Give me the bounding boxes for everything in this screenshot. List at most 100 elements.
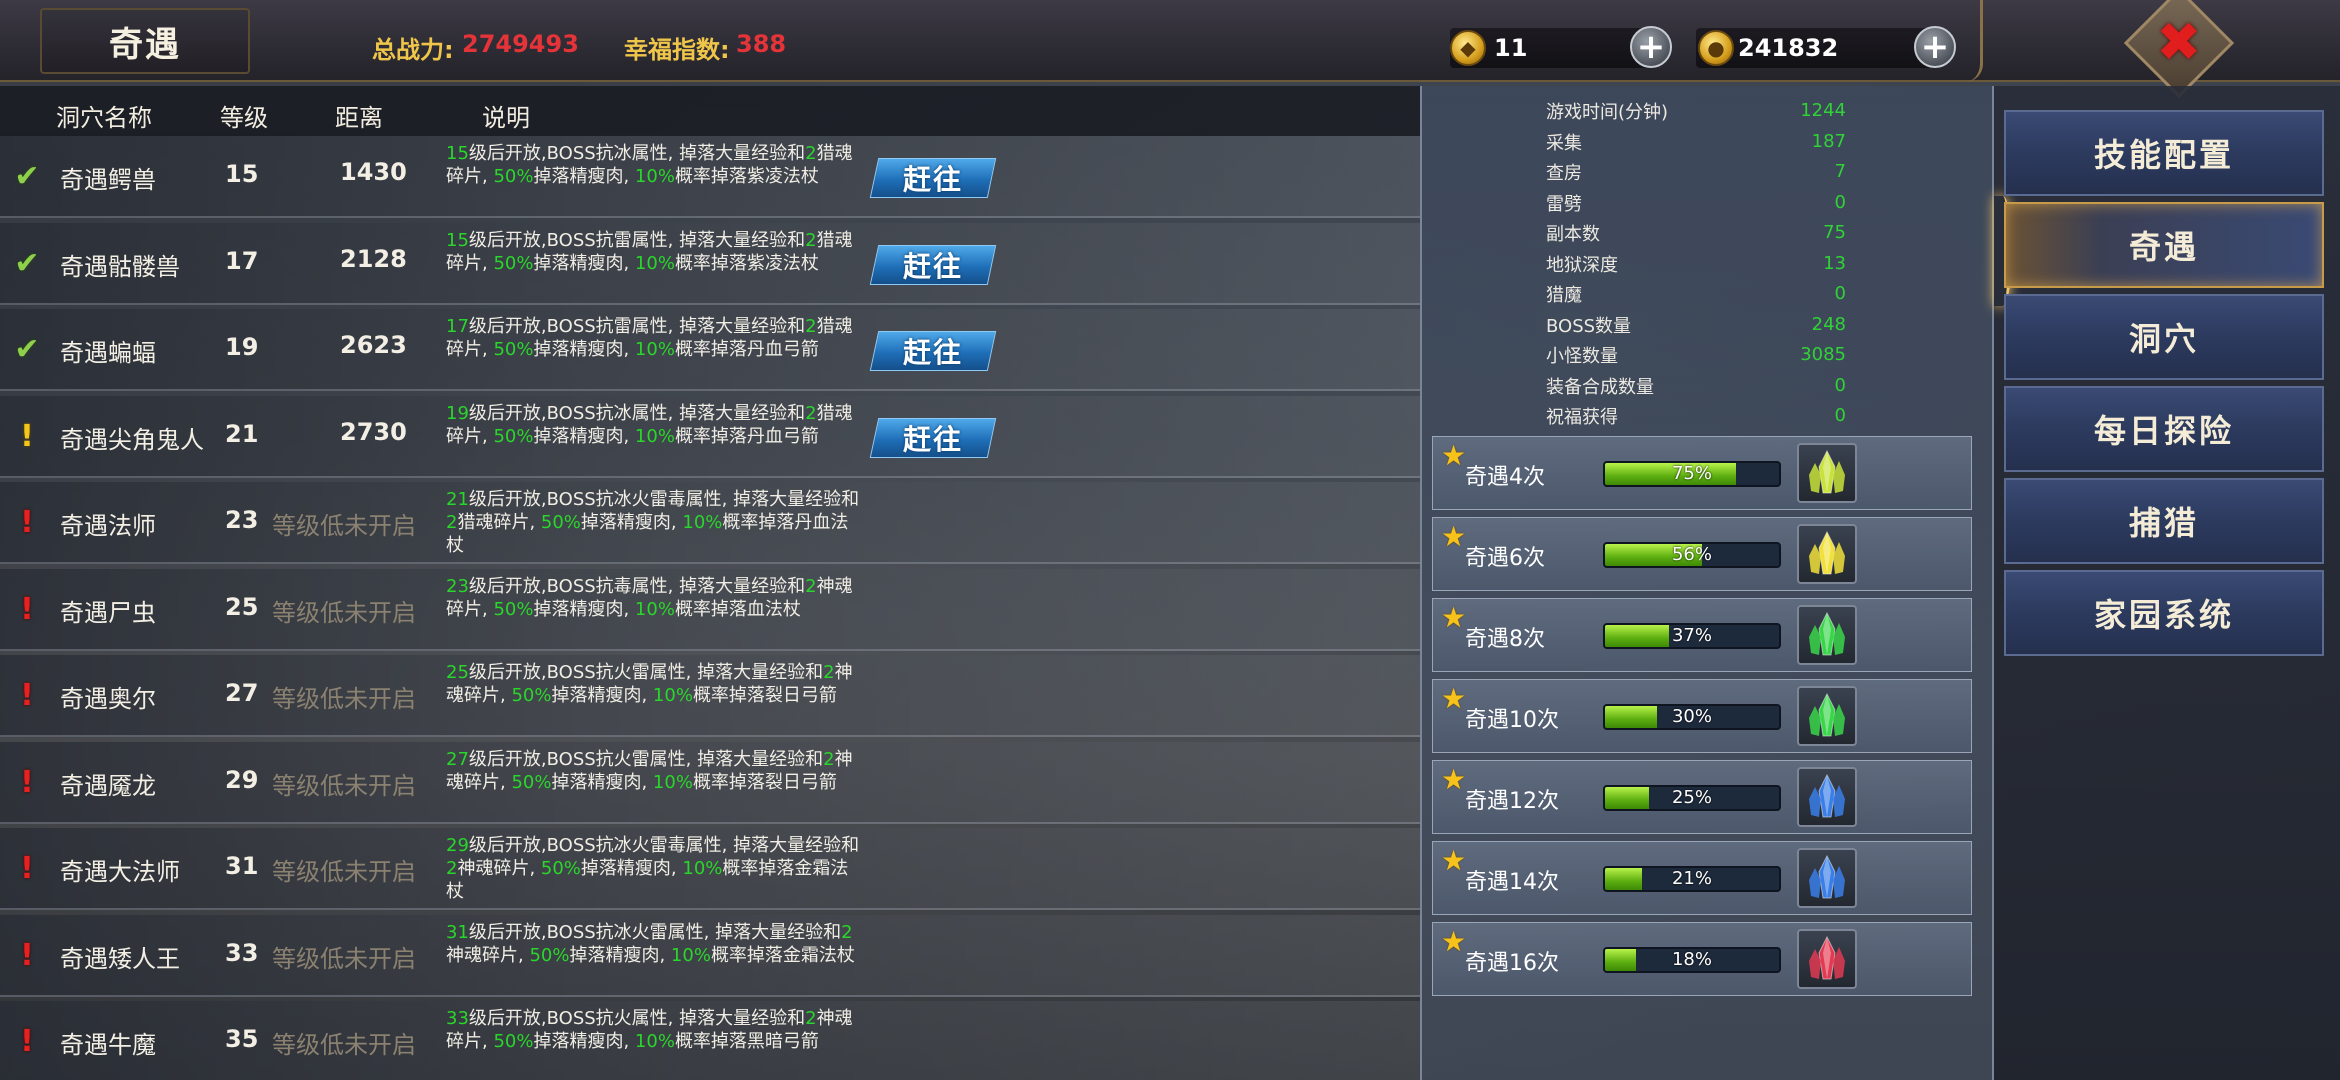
- stat-value: 248: [1811, 313, 1846, 335]
- crystal-icon: [1809, 935, 1845, 980]
- reward-slot[interactable]: [1797, 443, 1857, 503]
- stat-row: 祝福获得 0: [1546, 403, 1846, 431]
- cave-distance: 2623: [340, 331, 407, 359]
- table-row: ! 奇遇尖角鬼人 21 2730 19级后开放,BOSS抗冰属性, 掉落大量经验和2猎魂…: [0, 395, 1420, 478]
- cave-level: 27: [225, 679, 259, 707]
- warning-icon: !: [20, 937, 34, 973]
- menu-item[interactable]: 捕猎: [2004, 478, 2324, 564]
- encounter-label: 奇遇16次: [1465, 951, 1559, 976]
- star-icon: ★: [1441, 601, 1467, 634]
- crystal-icon: [1809, 449, 1845, 494]
- go-button-label: 赶往: [902, 422, 963, 456]
- stat-value: 0: [1834, 283, 1846, 304]
- gold-ingot-value: 11: [1494, 34, 1528, 62]
- table-row: ✔ 奇遇鳄兽 15 1430 15级后开放,BOSS抗冰属性, 掉落大量经验和2猎魂碎片…: [0, 136, 1420, 218]
- star-icon: ★: [1441, 844, 1467, 877]
- menu-item[interactable]: 奇遇: [2004, 202, 2324, 288]
- reward-slot[interactable]: [1797, 848, 1857, 908]
- table-row: ✔ 奇遇蝙蝠 19 2623 17级后开放,BOSS抗雷属性, 掉落大量经验和2猎魂碎片…: [0, 309, 1420, 391]
- stat-label: 雷劈: [1546, 193, 1582, 215]
- cave-description: 31级后开放,BOSS抗冰火雷属性, 掉落大量经验和2神魂碎片, 50%掉落精瘦…: [446, 921, 855, 966]
- cave-description: 17级后开放,BOSS抗雷属性, 掉落大量经验和2猎魂碎片, 50%掉落精瘦肉,…: [446, 316, 853, 360]
- crystal-icon: [1809, 773, 1845, 818]
- menu-item[interactable]: 技能配置: [2004, 110, 2324, 196]
- stat-row: 小怪数量 3085: [1546, 342, 1846, 370]
- warning-icon: !: [20, 591, 34, 627]
- encounter-label: 奇遇12次: [1465, 789, 1559, 814]
- stat-row: 地狱深度 13: [1546, 251, 1846, 279]
- star-icon: ★: [1441, 682, 1467, 715]
- star-icon: ★: [1441, 439, 1467, 472]
- menu-item-label: 技能配置: [2093, 136, 2234, 174]
- add-coins-button[interactable]: +: [1914, 26, 1956, 68]
- cave-name: 奇遇魇龙: [60, 771, 156, 800]
- go-button-label: 赶往: [902, 336, 963, 369]
- encounter-label: 奇遇6次: [1465, 546, 1545, 571]
- reward-slot[interactable]: [1797, 605, 1857, 665]
- cave-name: 奇遇牛魔: [60, 1031, 156, 1059]
- cave-description: 29级后开放,BOSS抗冰火雷毒属性, 掉落大量经验和2神魂碎片, 50%掉落精…: [446, 835, 860, 902]
- cave-description: 15级后开放,BOSS抗雷属性, 掉落大量经验和2猎魂碎片, 50%掉落精瘦肉,…: [446, 229, 853, 274]
- progress-bar: 30%: [1603, 704, 1781, 730]
- happiness-label: 幸福指数:: [624, 36, 730, 64]
- menu-item-label: 家园系统: [2093, 596, 2234, 634]
- table-row: ! 奇遇矮人王 33 等级低未开启 31级后开放,BOSS抗冰火雷属性, 掉落大量经验和…: [0, 914, 1420, 997]
- encounter-reward-card: ★ 奇遇4次 75%: [1432, 436, 1972, 510]
- cave-level: 25: [225, 592, 259, 621]
- table-row: ! 奇遇牛魔 35 等级低未开启 33级后开放,BOSS抗火属性, 掉落大量经验和2神魂…: [0, 1001, 1420, 1080]
- top-bar: 奇遇 总战力: 2749493 幸福指数: 388 ◆ 11 + ● 24183…: [0, 0, 2340, 99]
- cave-name: 奇遇法师: [60, 512, 156, 540]
- menu-item[interactable]: 洞穴: [2004, 294, 2324, 380]
- stat-label: 装备合成数量: [1546, 376, 1654, 398]
- menu-item-label: 捕猎: [2128, 504, 2199, 542]
- crystal-icon: [1809, 530, 1845, 575]
- stat-row: 雷劈 0: [1546, 190, 1846, 218]
- progress-bar: 37%: [1603, 623, 1781, 649]
- stat-label: 小怪数量: [1546, 346, 1618, 367]
- add-gold-ingot-button[interactable]: +: [1630, 26, 1672, 68]
- table-row: ! 奇遇魇龙 29 等级低未开启 27级后开放,BOSS抗火雷属性, 掉落大量经验和2神…: [0, 741, 1420, 824]
- reward-slot[interactable]: [1797, 524, 1857, 584]
- cave-distance: 2730: [340, 417, 407, 446]
- star-icon: ★: [1441, 520, 1467, 553]
- go-button[interactable]: 赶往: [869, 331, 997, 371]
- encounter-label: 奇遇14次: [1465, 870, 1559, 895]
- progress-bar: 25%: [1603, 785, 1781, 811]
- cave-list-panel: 洞穴名称 等级 距离 说明 ✔ 奇遇鳄兽 15 1430 15级后开放,BOSS抗冰属性…: [0, 86, 1420, 1080]
- happiness-value: 388: [736, 30, 787, 58]
- title-tab: 奇遇: [40, 8, 250, 74]
- crystal-icon: [1809, 854, 1845, 899]
- go-button[interactable]: 赶往: [869, 417, 997, 458]
- table-row: ! 奇遇法师 23 等级低未开启 21级后开放,BOSS抗冰火雷毒属性, 掉落大量经验和…: [0, 482, 1420, 564]
- encounter-reward-card: ★ 奇遇6次 56%: [1432, 517, 1972, 591]
- encounter-label: 奇遇10次: [1465, 708, 1559, 733]
- encounter-reward-card: ★ 奇遇10次 30%: [1432, 679, 1972, 753]
- stat-row: 采集 187: [1546, 129, 1846, 157]
- col-name-header: 洞穴名称: [56, 104, 152, 132]
- encounter-label: 奇遇8次: [1465, 627, 1545, 652]
- stat-value: 13: [1823, 252, 1846, 274]
- cave-distance: 1430: [340, 158, 407, 186]
- locked-status: 等级低未开启: [272, 944, 416, 973]
- progress-text: 37%: [1671, 625, 1712, 646]
- table-row: ! 奇遇大法师 31 等级低未开启 29级后开放,BOSS抗冰火雷毒属性, 掉落大量经验…: [0, 828, 1420, 910]
- stat-row: 查房 7: [1546, 159, 1846, 187]
- side-menu: 技能配置奇遇 洞穴 每日探险捕猎家园系统: [1994, 86, 2340, 1080]
- cave-name: 奇遇骷髅兽: [60, 252, 180, 281]
- stat-label: 查房: [1546, 163, 1582, 184]
- menu-item[interactable]: 家园系统: [2004, 570, 2324, 656]
- progress-text: 30%: [1671, 706, 1712, 727]
- go-button[interactable]: 赶往: [869, 158, 997, 198]
- menu-item[interactable]: 每日探险: [2004, 386, 2324, 472]
- cave-name: 奇遇大法师: [60, 858, 180, 886]
- stat-label: 猎魔: [1546, 285, 1582, 306]
- reward-slot[interactable]: [1797, 929, 1857, 989]
- reward-slot[interactable]: [1797, 686, 1857, 746]
- stat-value: 0: [1834, 191, 1846, 213]
- cave-level: 31: [225, 852, 259, 880]
- stat-value: 0: [1834, 405, 1846, 426]
- reward-slot[interactable]: [1797, 767, 1857, 827]
- cave-level: 29: [225, 765, 259, 794]
- progress-text: 56%: [1671, 544, 1712, 565]
- go-button[interactable]: 赶往: [869, 244, 997, 285]
